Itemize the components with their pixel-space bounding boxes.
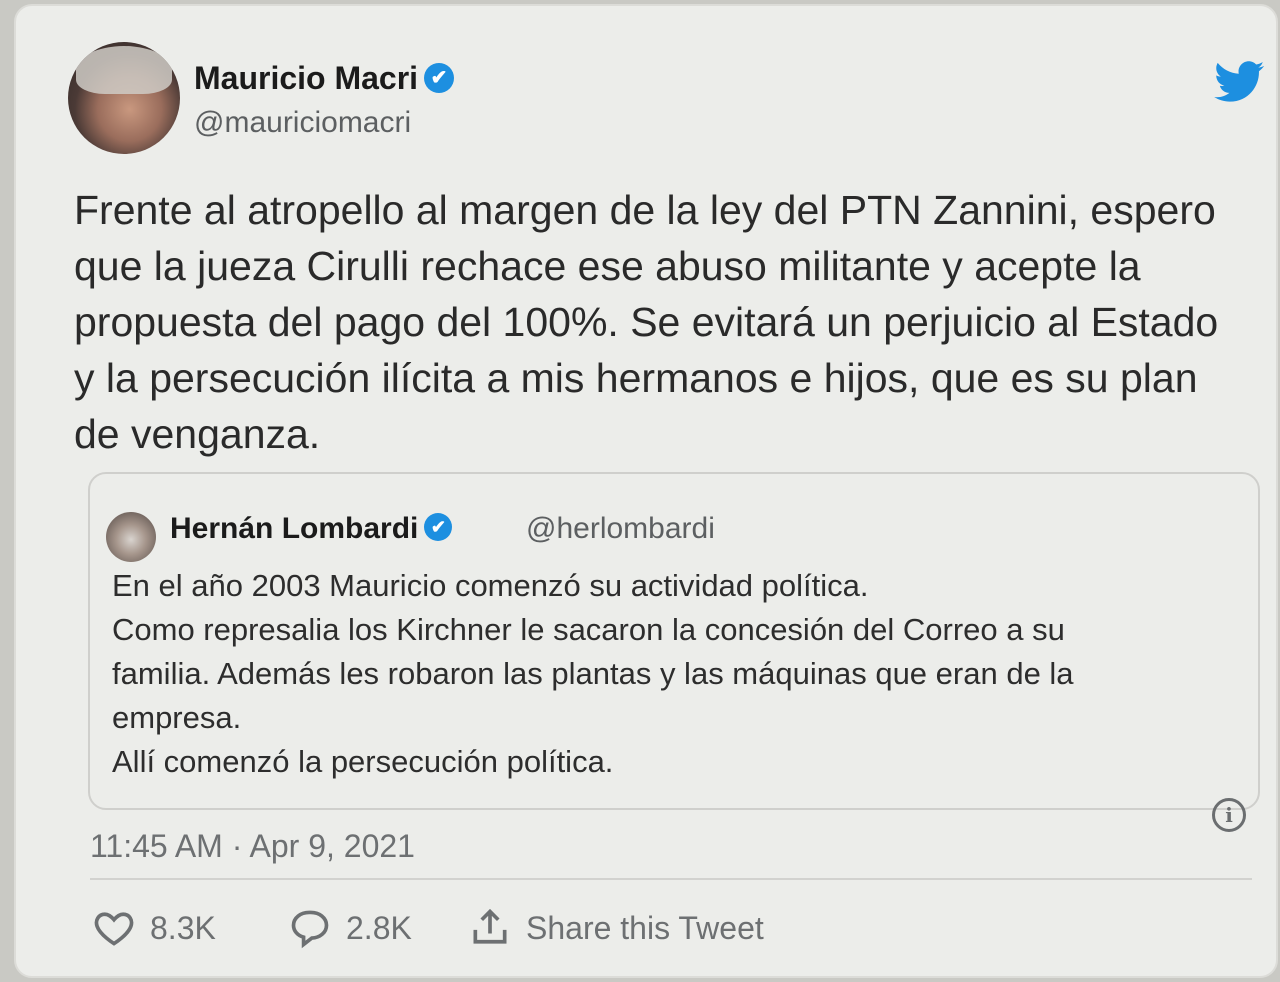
author-handle[interactable]: @mauriciomacri xyxy=(194,106,411,140)
tweet-card: Mauricio Macri ✔ @mauriciomacri Frente al… xyxy=(14,4,1278,978)
heart-icon xyxy=(94,912,134,946)
quoted-text-line: Allí comenzó la persecución política. xyxy=(112,744,614,779)
info-icon[interactable]: i xyxy=(1212,798,1246,832)
quoted-text-line: familia. Además les robaron las plantas … xyxy=(112,656,1074,691)
quoted-author-name: Hernán Lombardi xyxy=(170,512,419,545)
twitter-bird-icon[interactable] xyxy=(1212,56,1268,106)
like-button[interactable]: 8.3K xyxy=(92,906,216,950)
quoted-text-line: En el año 2003 Mauricio comenzó su activ… xyxy=(112,568,869,603)
like-count: 8.3K xyxy=(150,909,216,946)
divider xyxy=(90,878,1252,880)
author-name-row[interactable]: Mauricio Macri ✔ xyxy=(194,60,455,97)
tweet-timestamp[interactable]: 11:45 AM · Apr 9, 2021 xyxy=(90,828,415,865)
verified-badge-icon: ✔ xyxy=(424,513,453,542)
reply-count: 2.8K xyxy=(346,909,412,946)
share-button[interactable]: Share this Tweet xyxy=(468,906,764,950)
avatar-hair xyxy=(76,46,172,94)
quoted-author-avatar xyxy=(106,512,156,562)
reply-bubble-icon xyxy=(291,910,329,949)
quoted-text-line: empresa. xyxy=(112,700,242,735)
share-icon xyxy=(473,908,507,944)
quoted-author-name-row: Hernán Lombardi ✔ xyxy=(170,512,453,546)
share-label: Share this Tweet xyxy=(526,909,764,946)
quoted-author-handle: @herlombardi xyxy=(526,512,715,545)
quoted-tweet-text: En el año 2003 Mauricio comenzó su activ… xyxy=(112,564,1232,784)
quoted-text-line: Como represalia los Kirchner le sacaron … xyxy=(112,612,1065,647)
author-name[interactable]: Mauricio Macri xyxy=(194,60,418,96)
quoted-tweet[interactable]: Hernán Lombardi ✔ @herlombardi En el año … xyxy=(88,472,1260,810)
reply-button[interactable]: 2.8K xyxy=(288,906,412,950)
author-avatar[interactable] xyxy=(68,42,180,154)
verified-badge-icon: ✔ xyxy=(424,62,455,93)
tweet-text: Frente al atropello al margen de la ley … xyxy=(74,187,1219,457)
